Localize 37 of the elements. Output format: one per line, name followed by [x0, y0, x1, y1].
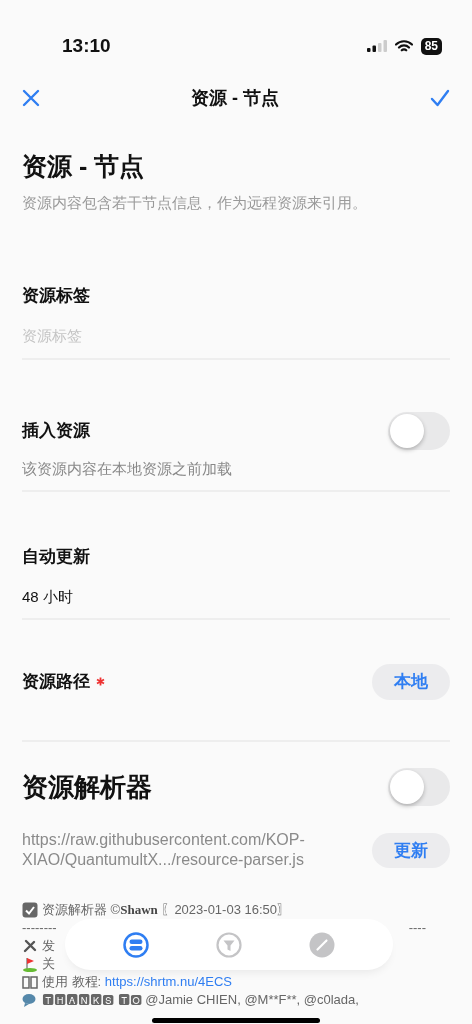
field-label: 插入资源	[22, 419, 90, 442]
dash-line: --------	[22, 919, 57, 938]
speech-icon	[22, 992, 38, 1009]
checkmark-icon	[430, 89, 450, 107]
local-button[interactable]: 本地	[372, 664, 450, 700]
update-button[interactable]: 更新	[372, 832, 450, 869]
book-icon	[22, 974, 38, 991]
signal-icon	[366, 40, 387, 52]
tutorial-link[interactable]: https://shrtm.nu/4ECS	[104, 974, 232, 990]
note-text: 关	[42, 955, 55, 974]
status-time: 13:10	[62, 33, 111, 58]
field-value: 48 小时	[22, 586, 74, 607]
wifi-icon	[394, 39, 413, 53]
field-label: 自动更新	[22, 546, 90, 568]
tools-icon	[22, 938, 38, 955]
note-text: 发	[42, 937, 55, 956]
dash-line: ----	[408, 919, 426, 938]
server-icon	[122, 931, 149, 958]
checkbox-icon	[22, 902, 38, 919]
page-subtitle: 资源内容包含若干节点信息，作为远程资源来引用。	[22, 192, 368, 213]
note-text: 资源解析器 ©Shawn 〖2023-01-03 16:50〗	[42, 901, 291, 920]
note-text: 🆃🅷🅰🅽🅺🆂 🆃🅾 @Jamie CHIEN, @M**F**, @c0lada,	[42, 991, 359, 1010]
section-title: 资源解析器	[22, 770, 152, 804]
field-label: 资源标签	[22, 285, 90, 307]
page-title: 资源 - 节点	[22, 151, 146, 182]
nav-title: 资源 - 节点	[191, 86, 279, 110]
battery-level: 85	[420, 37, 442, 55]
note-text: 使用 教程: https://shrtm.nu/4ECS	[42, 973, 232, 992]
toggle-switch[interactable]	[388, 411, 450, 450]
close-icon	[22, 89, 40, 107]
toggle-switch[interactable]	[388, 768, 450, 806]
flag-icon	[22, 956, 38, 973]
parser-url: https://raw.githubusercontent.com/KOP-XIAO/QuantumultX.../resource-parser.js	[22, 829, 306, 871]
field-label: 资源路径	[22, 671, 90, 693]
pencil-icon	[309, 931, 336, 958]
field-hint: 该资源内容在本地资源之前加载	[22, 458, 233, 479]
filter-icon	[216, 931, 242, 958]
